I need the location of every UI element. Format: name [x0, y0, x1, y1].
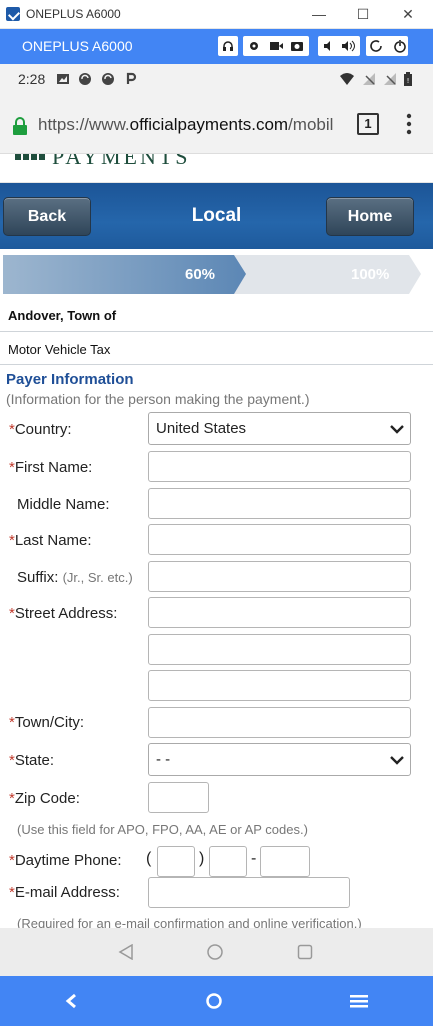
browser-url-bar: https://www.officialpayments.com/mobil 1 — [0, 94, 433, 154]
recents-square-icon[interactable] — [297, 944, 313, 960]
merchant-name: Andover, Town of — [8, 308, 117, 323]
logo-text: PAYMENTS — [52, 154, 191, 169]
rotate-power-buttons[interactable] — [366, 36, 408, 56]
clock: 2:28 — [18, 71, 46, 87]
battery-icon: ! — [404, 72, 412, 86]
emulator-nav-bar — [0, 976, 433, 1026]
home-circle-icon[interactable] — [207, 944, 223, 960]
zip-code-input[interactable] — [148, 782, 209, 813]
minimize-button[interactable]: — — [305, 3, 333, 25]
close-button[interactable]: ✕ — [394, 3, 422, 25]
street-address-input-1[interactable] — [148, 597, 411, 628]
phone-open-paren: ( — [146, 850, 152, 867]
chevron-down-icon — [390, 756, 404, 765]
street-address-input-2[interactable] — [148, 634, 411, 665]
first-name-input[interactable] — [148, 451, 411, 482]
app-icon — [6, 7, 20, 21]
street-label: *Street Address: — [9, 605, 117, 622]
first-name-label: *First Name: — [9, 459, 92, 476]
chevron-down-icon — [390, 425, 404, 434]
home-button[interactable]: Home — [326, 197, 414, 236]
url-scheme: https://www. — [38, 115, 130, 134]
email-label: *E-mail Address: — [9, 884, 120, 901]
suffix-label: Suffix: (Jr., Sr. etc.) — [17, 569, 133, 586]
gallery-icon — [57, 74, 69, 84]
url-field[interactable]: https://www.officialpayments.com/mobil — [38, 115, 344, 135]
progress-indicator: 60% 100% — [3, 255, 423, 294]
no-signal-icon — [363, 73, 375, 85]
town-city-input[interactable] — [148, 707, 411, 738]
suffix-input[interactable] — [148, 561, 411, 592]
url-domain: officialpayments.com — [129, 115, 289, 134]
payment-type: Motor Vehicle Tax — [8, 342, 111, 357]
state-value: - - — [156, 751, 171, 768]
parking-icon — [126, 72, 137, 84]
sync-icon — [79, 73, 91, 85]
chevron-left-icon[interactable] — [64, 993, 78, 1009]
suffix-label-text: Suffix: — [17, 569, 59, 586]
country-label-text: Country: — [14, 421, 72, 438]
phone-prefix-input[interactable] — [209, 846, 247, 877]
phone-label: *Daytime Phone: — [9, 852, 122, 869]
site-logo: PAYMENTS — [0, 154, 433, 183]
progress-current-label: 60% — [185, 266, 216, 283]
settings-camera-group — [243, 36, 309, 56]
zip-note: (Use this field for APO, FPO, AA, AE or … — [17, 822, 308, 837]
overflow-menu-icon[interactable] — [405, 112, 413, 136]
phone-label-text: Daytime Phone: — [14, 852, 122, 869]
svg-text:!: ! — [407, 77, 410, 85]
url-path: /mobil — [288, 115, 334, 134]
divider — [0, 364, 433, 365]
state-select[interactable]: - - — [148, 743, 411, 776]
phone-area-code-input[interactable] — [157, 846, 195, 877]
logo-mark-icon — [15, 154, 45, 160]
progress-end-label: 100% — [351, 266, 390, 283]
wifi-icon — [340, 73, 354, 85]
street-address-input-3[interactable] — [148, 670, 411, 701]
phone-close-paren: ) — [199, 850, 205, 867]
last-name-input[interactable] — [148, 524, 411, 555]
android-status-bar: 2:28 ! — [0, 64, 433, 94]
zip-label-text: Zip Code: — [14, 790, 80, 807]
emulator-toolbar: ONEPLUS A6000 — [0, 29, 433, 64]
middle-name-input[interactable] — [148, 488, 411, 519]
last-name-label-text: Last Name: — [14, 532, 92, 549]
suffix-hint: (Jr., Sr. etc.) — [62, 570, 133, 585]
phone-line-input[interactable] — [260, 846, 310, 877]
country-select[interactable]: United States — [148, 412, 411, 445]
sync-icon — [102, 73, 114, 85]
country-label: *Country: — [9, 421, 72, 438]
lock-icon — [13, 117, 27, 135]
maximize-button[interactable]: ☐ — [349, 3, 377, 25]
section-title: Payer Information — [6, 371, 134, 388]
last-name-label: *Last Name: — [9, 532, 92, 549]
divider — [0, 331, 433, 332]
phone-dash: - — [251, 850, 257, 867]
menu-icon[interactable] — [350, 994, 368, 1008]
street-label-text: Street Address: — [14, 605, 118, 622]
section-subtitle: (Information for the person making the p… — [6, 391, 310, 407]
home-circle-icon[interactable] — [206, 993, 222, 1009]
window-title: ONEPLUS A6000 — [26, 7, 121, 21]
email-label-text: E-mail Address: — [14, 884, 120, 901]
middle-name-label: Middle Name: — [17, 496, 110, 513]
android-nav-bar — [0, 928, 433, 976]
state-label: *State: — [9, 752, 54, 769]
headset-icon[interactable] — [218, 36, 238, 56]
town-label: *Town/City: — [9, 714, 84, 731]
back-triangle-icon[interactable] — [118, 944, 134, 960]
first-name-label-text: First Name: — [14, 459, 93, 476]
state-label-text: State: — [14, 752, 55, 769]
no-signal-icon — [384, 73, 396, 85]
zip-label: *Zip Code: — [9, 790, 80, 807]
volume-buttons[interactable] — [318, 36, 360, 56]
tab-switcher-button[interactable]: 1 — [357, 113, 379, 135]
device-name: ONEPLUS A6000 — [22, 38, 133, 54]
town-label-text: Town/City: — [14, 714, 85, 731]
country-value: United States — [156, 420, 247, 437]
email-input[interactable] — [148, 877, 350, 908]
site-nav-bar: Back Local Home — [0, 183, 433, 249]
window-title-bar: ONEPLUS A6000 — ☐ ✕ — [0, 0, 433, 29]
